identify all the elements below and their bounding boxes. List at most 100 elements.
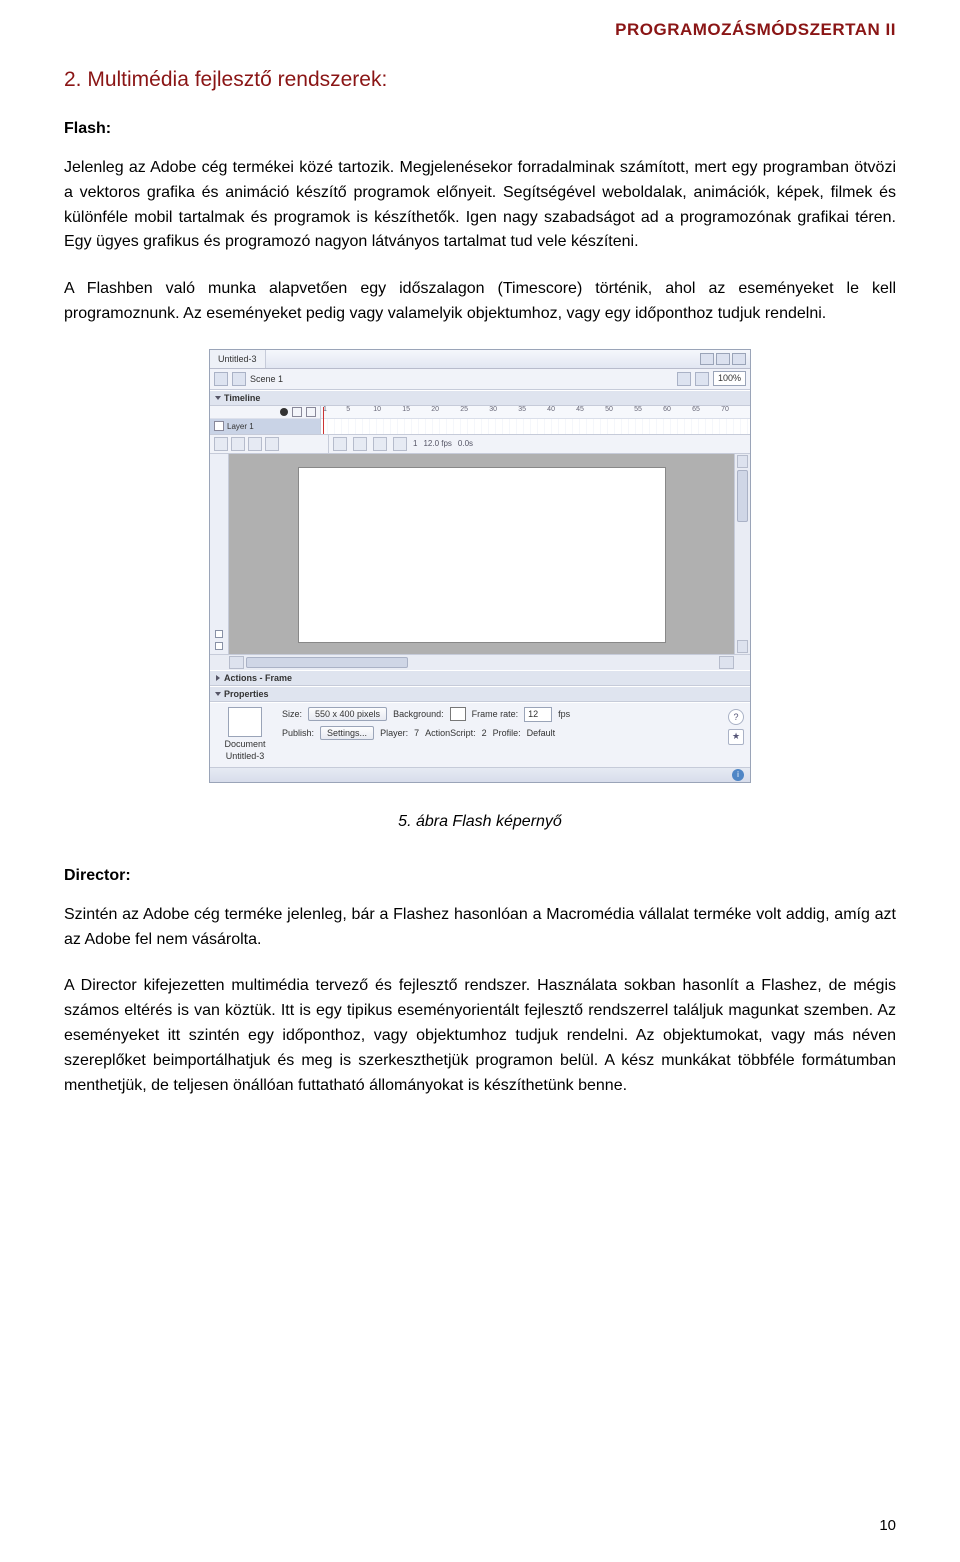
current-frame: 1 (413, 439, 417, 448)
window-controls (700, 350, 750, 368)
document-tab[interactable]: Untitled-3 (210, 350, 266, 368)
info-icon[interactable]: i (732, 769, 744, 781)
document-tabbar: Untitled-3 (210, 350, 750, 369)
help-icon[interactable]: ? (728, 709, 744, 725)
ruler-tick: 10 (373, 406, 381, 413)
profile-value: Default (527, 728, 556, 738)
hscroll-thumb[interactable] (246, 657, 408, 668)
background-label: Background: (393, 709, 444, 719)
delete-layer-icon[interactable] (265, 437, 279, 451)
director-paragraph-2: A Director kifejezetten multimédia terve… (64, 974, 896, 1098)
profile-label: Profile: (493, 728, 521, 738)
stage-left-gutter (210, 454, 229, 654)
document-thumb-block: Document Untitled-3 (216, 707, 274, 761)
add-guide-icon[interactable] (231, 437, 245, 451)
timeline-footer: 1 12.0 fps 0.0s (210, 435, 750, 454)
stage-viewport[interactable] (229, 454, 734, 654)
edit-scene-icon[interactable] (677, 372, 691, 386)
flash-paragraph-2: A Flashben való munka alapvetően egy idő… (64, 277, 896, 327)
timeline: Layer 1 1510152025303540455055606570 (210, 406, 750, 435)
playback-status: 1 12.0 fps 0.0s (329, 435, 750, 453)
document-thumb-icon (228, 707, 262, 737)
framerate-field[interactable]: 12 (524, 707, 552, 722)
size-label: Size: (282, 709, 302, 719)
lock-icon[interactable] (292, 407, 302, 417)
ruler-tick: 25 (460, 406, 468, 413)
center-frame-icon[interactable] (333, 437, 347, 451)
ruler-tick: 5 (346, 406, 350, 413)
ruler-tick: 40 (547, 406, 555, 413)
edit-symbol-icon[interactable] (695, 372, 709, 386)
layer-header-icons (210, 406, 320, 419)
properties-panel-header[interactable]: Properties (210, 686, 750, 702)
property-row-size: Size: 550 x 400 pixels Background: Frame… (282, 707, 720, 722)
actionscript-value: 2 (482, 728, 487, 738)
ruler-tick: 70 (721, 406, 729, 413)
horizontal-scrollbar[interactable] (210, 654, 750, 670)
layer-buttons (210, 435, 329, 453)
back-icon[interactable] (214, 372, 228, 386)
gutter-handle-icon-2[interactable] (215, 642, 223, 650)
stage-canvas[interactable] (299, 468, 665, 642)
actionscript-label: ActionScript: (425, 728, 476, 738)
director-paragraph-1: Szintén az Adobe cég terméke jelenleg, b… (64, 903, 896, 953)
ruler-tick: 65 (692, 406, 700, 413)
close-icon[interactable] (732, 353, 746, 365)
settings-button[interactable]: Settings... (320, 726, 374, 740)
ruler-tick: 15 (402, 406, 410, 413)
timeline-track[interactable] (321, 419, 750, 434)
document-tab-label: Untitled-3 (218, 354, 257, 364)
edit-multiple-icon[interactable] (393, 437, 407, 451)
section-heading: 2. Multimédia fejlesztő rendszerek: (64, 68, 896, 92)
playhead[interactable] (323, 407, 324, 434)
flash-app-window: Untitled-3 Scene 1 100% Timeline (209, 349, 751, 783)
onion-outline-icon[interactable] (373, 437, 387, 451)
expand-icon[interactable]: ★ (728, 729, 744, 745)
director-subhead: Director: (64, 867, 896, 885)
onion-skin-icon[interactable] (353, 437, 367, 451)
ruler-tick: 55 (634, 406, 642, 413)
vertical-scrollbar[interactable] (734, 454, 750, 654)
timeline-panel-header[interactable]: Timeline (210, 390, 750, 406)
fps-readout: 12.0 fps (423, 439, 451, 448)
help-buttons: ? ★ (728, 707, 744, 745)
layer-row[interactable]: Layer 1 (210, 419, 320, 434)
layer-name: Layer 1 (227, 422, 254, 431)
gutter-handle-icon[interactable] (215, 630, 223, 638)
add-layer-icon[interactable] (214, 437, 228, 451)
vscroll-thumb[interactable] (737, 470, 748, 522)
ruler-tick: 60 (663, 406, 671, 413)
ruler-tick: 50 (605, 406, 613, 413)
visibility-icon[interactable] (280, 408, 288, 416)
background-swatch[interactable] (450, 707, 466, 721)
pencil-icon (214, 421, 224, 431)
outline-icon[interactable] (306, 407, 316, 417)
ruler-tick: 30 (489, 406, 497, 413)
scene-bar: Scene 1 100% (210, 369, 750, 390)
add-folder-icon[interactable] (248, 437, 262, 451)
property-rows: Size: 550 x 400 pixels Background: Frame… (282, 707, 720, 740)
player-value: 7 (414, 728, 419, 738)
minimize-icon[interactable] (700, 353, 714, 365)
player-label: Player: (380, 728, 408, 738)
figure-caption: 5. ábra Flash képernyő (64, 813, 896, 831)
ruler-ticks: 1510152025303540455055606570 (321, 406, 750, 419)
zoom-field[interactable]: 100% (713, 371, 746, 386)
restore-icon[interactable] (716, 353, 730, 365)
page-number: 10 (879, 1517, 896, 1534)
property-row-publish: Publish: Settings... Player: 7 ActionScr… (282, 726, 720, 740)
properties-panel: Document Untitled-3 Size: 550 x 400 pixe… (210, 702, 750, 767)
doc-type-label: Document (224, 739, 265, 749)
scene-label: Scene 1 (250, 374, 283, 384)
actions-panel-header[interactable]: Actions - Frame (210, 670, 750, 686)
size-button[interactable]: 550 x 400 pixels (308, 707, 387, 721)
scene-icon[interactable] (232, 372, 246, 386)
document-page: PROGRAMOZÁSMÓDSZERTAN II 2. Multimédia f… (0, 0, 960, 1562)
fps-suffix: fps (558, 709, 570, 719)
timeline-ruler[interactable]: 1510152025303540455055606570 (321, 406, 750, 434)
properties-footer: i (210, 767, 750, 782)
elapsed-readout: 0.0s (458, 439, 473, 448)
ruler-tick: 35 (518, 406, 526, 413)
flash-paragraph-1: Jelenleg az Adobe cég termékei közé tart… (64, 156, 896, 255)
ruler-tick: 20 (431, 406, 439, 413)
